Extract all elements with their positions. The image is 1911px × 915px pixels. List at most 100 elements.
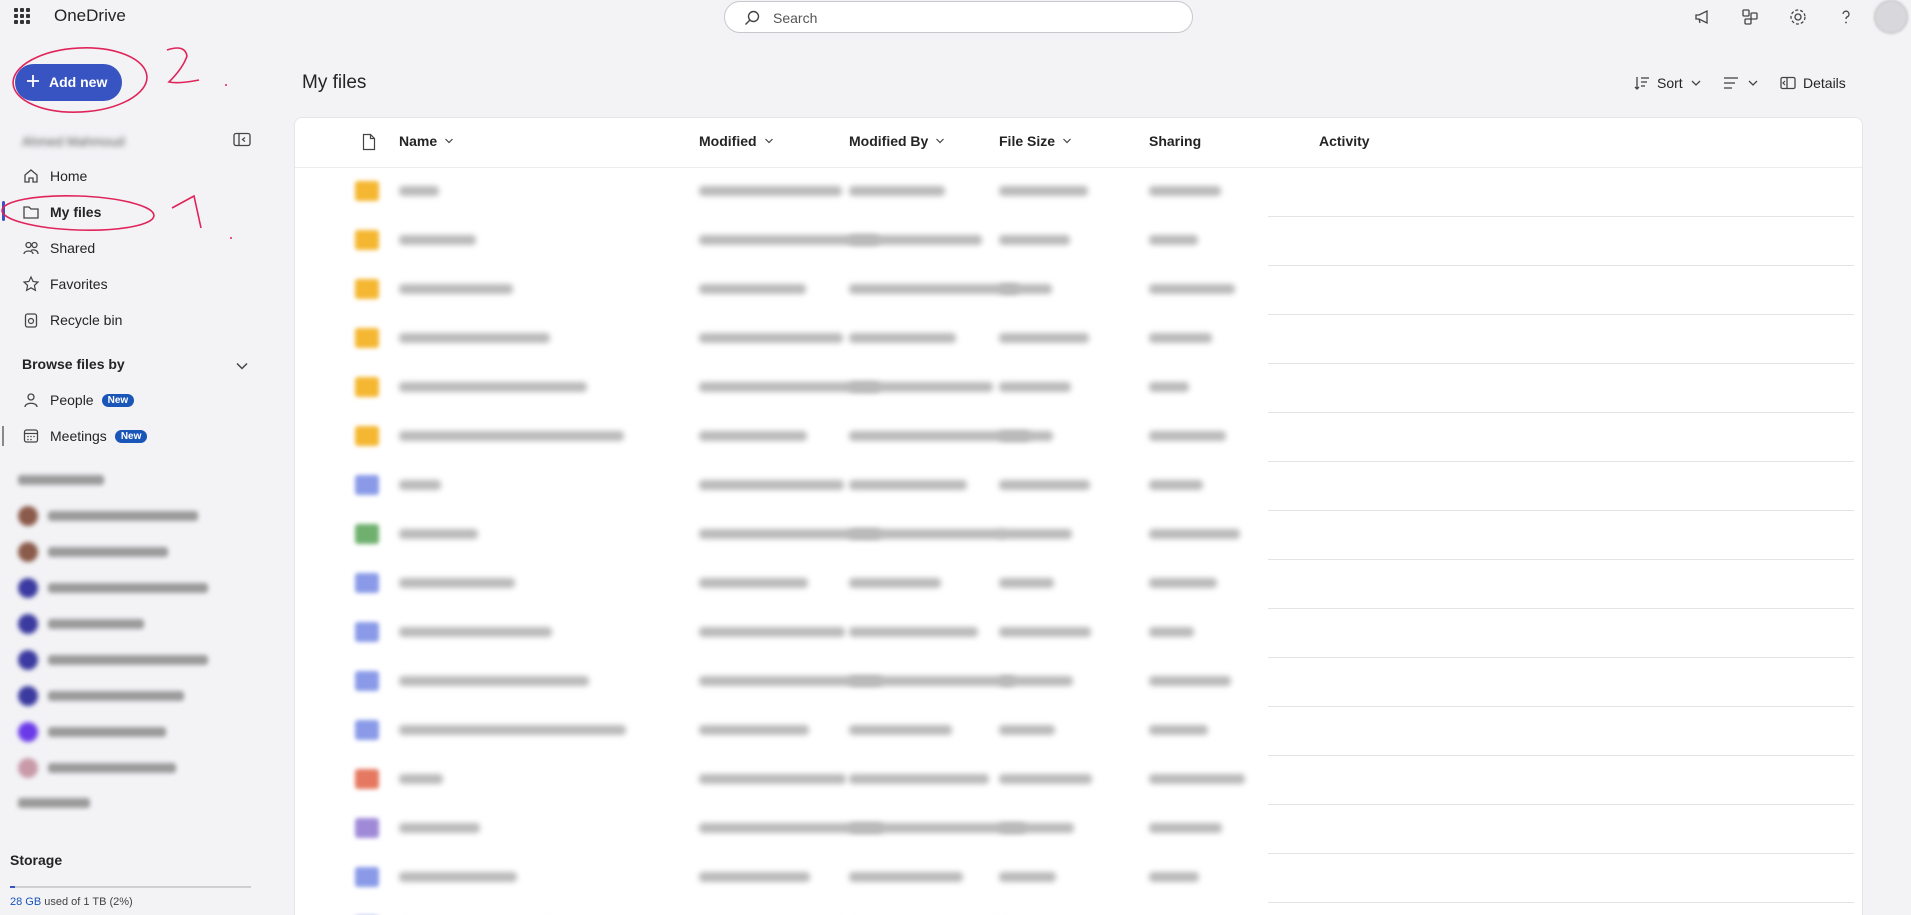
column-header-modified-by[interactable]: Modified By [849,133,946,149]
sidebar-item-label: Recycle bin [50,312,123,328]
column-header-file-size[interactable]: File Size [999,133,1073,149]
storage-used: 28 GB [10,896,42,908]
document-icon [355,475,379,495]
details-pane-icon [1780,76,1796,90]
blurred-cell [999,333,1089,343]
app-title[interactable]: OneDrive [54,6,126,26]
table-row[interactable] [295,854,1862,903]
folder-icon [355,426,379,446]
blurred-cell [1149,774,1245,784]
chevron-down-icon [445,138,454,144]
blurred-cell [849,480,967,490]
sidebar-item-meetings[interactable]: Meetings New [22,424,148,448]
avatar[interactable] [1874,0,1908,34]
blurred-cell [849,382,993,392]
blurred-cell [399,872,517,882]
blurred-cell [1149,627,1194,637]
table-row[interactable] [295,658,1862,707]
column-header-sharing[interactable]: Sharing [1149,133,1201,149]
table-row[interactable] [295,217,1862,266]
storage-heading: Storage [10,852,63,868]
blurred-cell [399,186,439,196]
blurred-cell [699,333,843,343]
quick-access-item[interactable] [18,650,208,670]
folder-icon [355,230,379,250]
blurred-cell [1149,333,1212,343]
blurred-cell [699,725,809,735]
blurred-cell [399,823,480,833]
quick-access-item[interactable] [18,506,198,526]
table-row[interactable] [295,266,1862,315]
blurred-cell [699,431,807,441]
chevron-down-icon[interactable] [234,358,250,374]
megaphone-icon[interactable] [1690,4,1716,30]
blurred-cell [399,529,478,539]
table-row[interactable] [295,168,1862,217]
person-icon [22,391,40,409]
column-label: Sharing [1149,133,1202,149]
table-row[interactable] [295,805,1862,854]
table-row[interactable] [295,903,1862,915]
quick-access-item[interactable] [18,614,144,634]
top-bar: OneDrive Search [0,0,1911,34]
column-label: File Size [999,133,1056,149]
file-type-icon[interactable] [361,133,377,151]
blurred-cell [999,627,1091,637]
blurred-cell [1149,676,1231,686]
star-icon [22,275,40,293]
column-header-name[interactable]: Name [399,133,455,149]
search-icon [745,10,760,25]
blurred-cell [699,872,810,882]
view-options-button[interactable] [1722,72,1766,94]
table-row[interactable] [295,511,1862,560]
file-list-header: Name Modified Modified By File Size Shar… [295,118,1862,168]
blurred-cell [999,480,1090,490]
blurred-cell [1149,431,1226,441]
document-icon [355,867,379,887]
table-row[interactable] [295,364,1862,413]
quick-access-item[interactable] [18,722,166,742]
table-row[interactable] [295,609,1862,658]
blurred-cell [849,578,941,588]
table-row[interactable] [295,315,1862,364]
connect-icon[interactable] [1737,4,1763,30]
document-icon [355,671,379,691]
table-row[interactable] [295,560,1862,609]
blurred-cell [699,480,844,490]
table-row[interactable] [295,462,1862,511]
app-launcher-icon[interactable] [14,8,30,24]
folder-icon [355,181,379,201]
blurred-cell [1149,529,1240,539]
more-places-link-blurred[interactable] [18,798,90,808]
blurred-cell [849,676,1015,686]
blurred-cell [999,823,1074,833]
column-header-activity[interactable]: Activity [1319,133,1370,149]
sidebar-item-people[interactable]: People New [22,388,135,412]
blurred-cell [399,725,626,735]
search-box[interactable]: Search [724,1,1193,33]
blurred-cell [699,186,842,196]
sidebar-item-favorites[interactable]: Favorites [22,272,108,296]
storage-usage-text[interactable]: 28 GB used of 1 TB (2%) [10,896,133,908]
quick-access-item[interactable] [18,758,176,778]
document-icon [355,622,379,642]
settings-gear-icon[interactable] [1785,4,1811,30]
blurred-cell [399,333,550,343]
table-row[interactable] [295,756,1862,805]
column-header-modified[interactable]: Modified [699,133,775,149]
table-row[interactable] [295,413,1862,462]
help-icon[interactable] [1833,4,1859,30]
blurred-cell [1149,235,1198,245]
sort-button[interactable]: Sort [1633,72,1709,94]
column-label: Modified By [849,133,929,149]
quick-access-item[interactable] [18,542,168,562]
quick-access-item[interactable] [18,686,184,706]
quick-access-item[interactable] [18,578,208,598]
blurred-cell [399,382,587,392]
sidebar-item-recycle-bin[interactable]: Recycle bin [22,308,122,332]
details-button[interactable]: Details [1779,72,1846,94]
table-row[interactable] [295,707,1862,756]
sidebar-item-label: Meetings [50,428,107,444]
blurred-cell [999,578,1054,588]
sidebar-item-label: People [50,392,94,408]
